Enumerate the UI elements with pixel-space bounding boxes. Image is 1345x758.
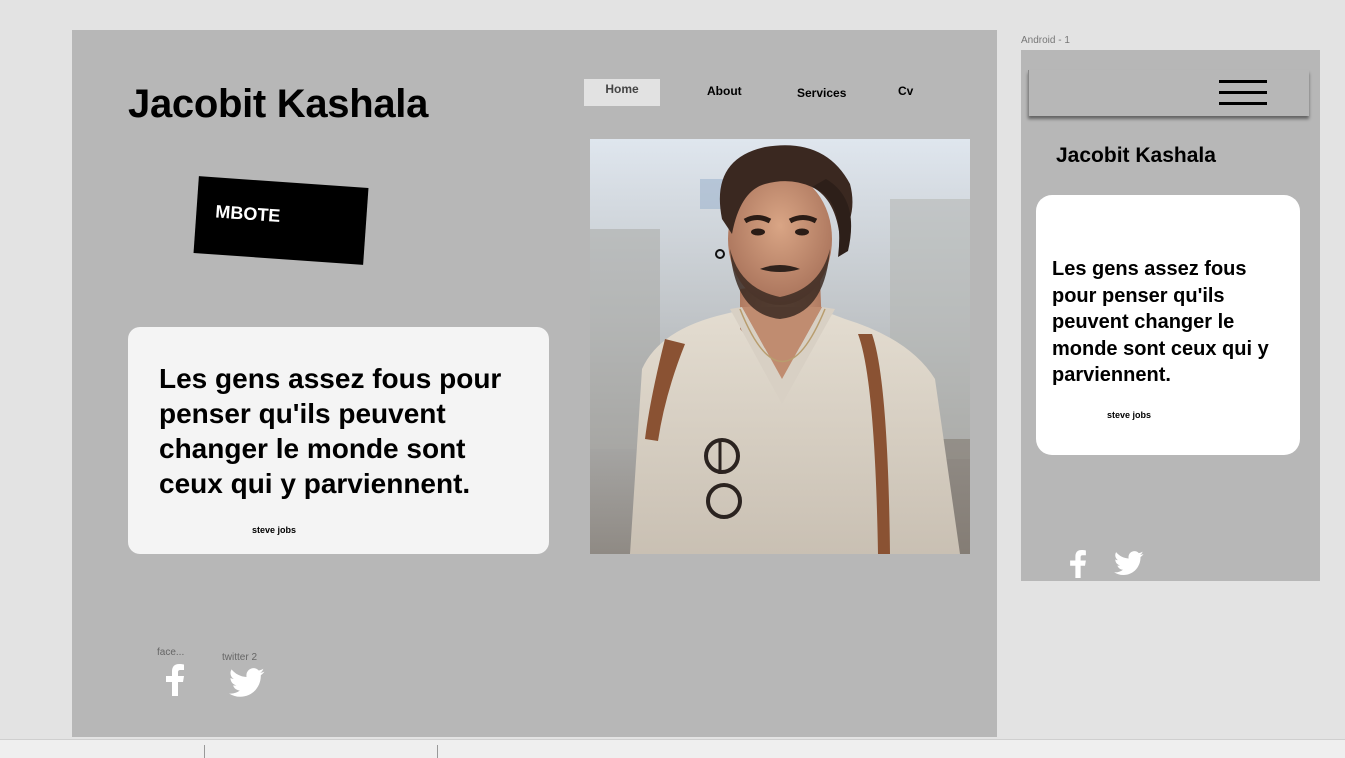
desktop-artboard[interactable]: Jacobit Kashala Home About Services Cv M… bbox=[72, 30, 997, 737]
android-artboard[interactable]: Jacobit Kashala Les gens assez fous pour… bbox=[1021, 50, 1320, 581]
mobile-quote-card: Les gens assez fous pour penser qu'ils p… bbox=[1036, 195, 1300, 455]
mobile-site-title: Jacobit Kashala bbox=[1056, 144, 1216, 167]
status-bar-divider bbox=[204, 745, 205, 758]
quote-card: Les gens assez fous pour penser qu'ils p… bbox=[128, 327, 549, 554]
twitter-layer-label: twitter 2 bbox=[222, 652, 258, 663]
mbote-badge-label: MBOTE bbox=[214, 201, 282, 226]
twitter-icon[interactable] bbox=[228, 668, 266, 703]
mobile-quote-author: steve jobs bbox=[1107, 410, 1152, 420]
profile-photo bbox=[590, 139, 970, 554]
mbote-badge: MBOTE bbox=[193, 176, 369, 265]
site-title: Jacobit Kashala bbox=[128, 82, 429, 126]
nav-cv[interactable]: Cv bbox=[898, 84, 913, 98]
mobile-header bbox=[1028, 70, 1309, 116]
status-bar-divider bbox=[437, 745, 438, 758]
android-artboard-label[interactable]: Android - 1 bbox=[1021, 35, 1070, 46]
profile-photo-illustration bbox=[590, 139, 970, 554]
nav-home[interactable]: Home bbox=[584, 79, 660, 106]
twitter-icon[interactable] bbox=[1113, 551, 1145, 581]
facebook-icon[interactable] bbox=[164, 664, 186, 701]
bottom-status-bar bbox=[0, 739, 1345, 758]
nav-about[interactable]: About bbox=[707, 84, 742, 98]
hamburger-menu-icon[interactable] bbox=[1219, 80, 1269, 108]
quote-author: steve jobs bbox=[252, 525, 297, 535]
facebook-layer-label: face... bbox=[157, 647, 185, 658]
quote-text: Les gens assez fous pour penser qu'ils p… bbox=[159, 363, 502, 499]
facebook-icon[interactable] bbox=[1068, 550, 1088, 583]
nav-services[interactable]: Services bbox=[797, 86, 846, 100]
mobile-quote-text: Les gens assez fous pour penser qu'ils p… bbox=[1052, 258, 1269, 386]
